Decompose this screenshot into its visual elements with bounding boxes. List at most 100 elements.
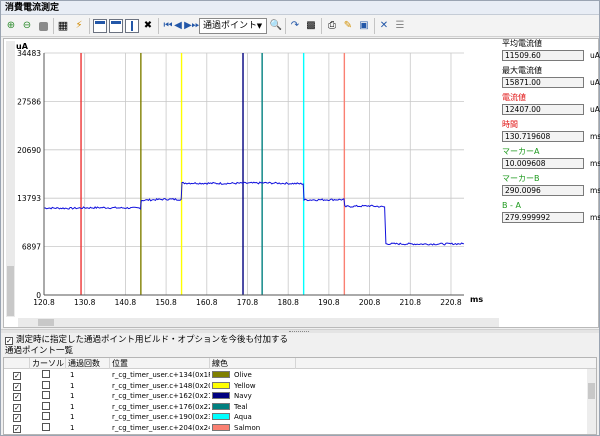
row-cursor-checkbox[interactable]	[42, 391, 50, 399]
zoom-out-icon[interactable]: ⊖	[20, 19, 34, 33]
row-cell	[42, 391, 53, 401]
color-swatch	[212, 392, 230, 399]
color-swatch	[212, 413, 230, 420]
row-enable-checkbox[interactable]: ✓	[13, 414, 21, 422]
marker-a-unit: ms	[590, 159, 600, 168]
row-cell: ✓	[13, 381, 24, 391]
export-icon[interactable]: ▩	[304, 19, 318, 33]
horizontal-scrollbar[interactable]	[18, 318, 499, 327]
row-cursor-checkbox[interactable]	[42, 412, 50, 420]
row-enable-checkbox[interactable]: ✓	[13, 372, 21, 380]
waypoint-select-value: 通過ポイント	[203, 21, 258, 31]
x-tick-label: 130.8	[74, 298, 96, 307]
close-icon[interactable]: ✕	[377, 19, 391, 33]
row-line-color[interactable]: Aqua	[212, 412, 252, 422]
build-option-label: 測定時に指定した通過ポイント用ビルド・オプションを今後も付加する	[16, 335, 289, 345]
header-cursor[interactable]: カーソル	[30, 358, 66, 369]
horizontal-scroll-thumb[interactable]	[38, 319, 54, 326]
table-row[interactable]: ✓ 1 r_cg_timer_user.c+176(0x223) Teal	[4, 401, 586, 412]
toolbar-separator	[158, 18, 159, 34]
table-header: カーソル 通過回数 位置 線色	[4, 358, 596, 369]
grid	[44, 52, 464, 295]
splitter-gripper[interactable]	[289, 331, 309, 333]
diff-label: B - A	[502, 201, 521, 210]
columns-icon[interactable]	[125, 19, 139, 33]
row-cell	[42, 401, 53, 412]
row-enable-checkbox[interactable]: ✓	[13, 403, 21, 412]
magnifier-icon[interactable]: 🔍	[269, 19, 283, 33]
x-tick-label: 150.8	[155, 298, 177, 307]
row-line-color[interactable]: Yellow	[212, 381, 256, 391]
row-position: r_cg_timer_user.c+148(0x203)	[112, 381, 210, 390]
time-unit: ms	[590, 132, 600, 141]
axis-icon[interactable]: ↷	[288, 19, 302, 33]
settings-icon[interactable]: ☰	[393, 19, 407, 33]
tick-labels: 0689713793206902758634483120.8 130.8 140.8…	[17, 49, 462, 307]
vertical-scrollbar[interactable]	[6, 41, 15, 317]
build-option-checkbox[interactable]: ✓ 測定時に指定した通過ポイント用ビルド・オプションを今後も付加する	[5, 335, 288, 345]
row-color-name: Teal	[234, 402, 248, 411]
bolt-icon[interactable]: ⚡	[72, 19, 86, 33]
x-tick-label: 190.8	[318, 298, 340, 307]
row-line-color[interactable]: Navy	[212, 391, 252, 401]
row-color-name: Salmon	[234, 423, 261, 432]
row-cursor-checkbox[interactable]	[42, 401, 50, 410]
panel-icon[interactable]: ▦	[56, 19, 70, 33]
row-cursor-checkbox[interactable]	[42, 422, 50, 431]
checkbox-icon[interactable]: ✓	[5, 337, 13, 345]
table-scroll-thumb[interactable]	[588, 383, 595, 399]
row-cursor-checkbox[interactable]	[42, 380, 50, 389]
window-icon[interactable]	[93, 19, 107, 33]
color-swatch	[212, 402, 230, 410]
save-icon[interactable]: ▣	[357, 19, 371, 33]
table-row[interactable]: ✓ 1 r_cg_timer_user.c+148(0x203) Yellow	[4, 380, 586, 391]
header-position[interactable]: 位置	[110, 358, 210, 369]
header-color[interactable]: 線色	[210, 358, 296, 369]
x-tick-label: 160.8	[196, 298, 218, 307]
waypoint-select[interactable]: 通過ポイント ▼	[199, 18, 267, 34]
table-row[interactable]: ✓ 1 r_cg_timer_user.c+134(0x1F3) Olive	[4, 370, 586, 380]
table-row[interactable]: ✓ 1 r_cg_timer_user.c+204(0x243) Salmon	[4, 422, 586, 433]
zoom-in-icon[interactable]: ⊕	[4, 19, 18, 33]
current-label: 電流値	[502, 93, 526, 102]
waypoint-markers	[80, 53, 346, 295]
vertical-scroll-thumb[interactable]	[7, 266, 14, 316]
row-enable-checkbox[interactable]: ✓	[13, 393, 21, 401]
x-axis-label: ms	[470, 295, 483, 304]
row-cursor-checkbox[interactable]	[42, 370, 50, 378]
row-position: r_cg_timer_user.c+204(0x243)	[112, 423, 210, 432]
row-color-name: Olive	[234, 371, 252, 379]
time-value: 130.719608	[502, 131, 584, 142]
row-count: 1	[70, 402, 75, 411]
x-tick-label: 170.8	[237, 298, 259, 307]
edit-icon[interactable]: ✎	[341, 19, 355, 33]
color-swatch	[212, 371, 230, 378]
print-icon[interactable]: ⎙	[325, 19, 339, 33]
row-line-color[interactable]: Teal	[212, 402, 248, 412]
avg-label: 平均電流値	[502, 39, 542, 48]
row-cell: ✓	[13, 412, 24, 422]
window-alt-icon[interactable]	[109, 19, 123, 33]
row-position: r_cg_timer_user.c+190(0x233)	[112, 413, 210, 421]
x-tick-label: 180.8	[277, 298, 299, 307]
row-line-color[interactable]: Salmon	[212, 423, 260, 433]
row-enable-checkbox[interactable]: ✓	[13, 382, 21, 391]
y-tick-label: 34483	[17, 49, 41, 58]
max-unit: uA	[590, 78, 600, 87]
table-scrollbar[interactable]	[587, 369, 596, 434]
header-count[interactable]: 通過回数	[66, 358, 110, 369]
table-row[interactable]: ✓ 1 r_cg_timer_user.c+190(0x233) Aqua	[4, 412, 586, 422]
hide-icon[interactable]: ✖	[141, 19, 155, 33]
row-line-color[interactable]: Olive	[212, 370, 252, 380]
row-enable-checkbox[interactable]: ✓	[13, 424, 21, 433]
table-row[interactable]: ✓ 1 r_cg_timer_user.c+162(0x213) Navy	[4, 391, 586, 401]
marker-b-label: マーカーB	[502, 174, 540, 183]
y-tick-label: 13793	[17, 194, 41, 203]
pane-splitter[interactable]	[1, 329, 599, 333]
row-position: r_cg_timer_user.c+176(0x223)	[112, 402, 210, 411]
y-tick-label: 27586	[17, 97, 41, 106]
row-color-name: Aqua	[234, 413, 252, 421]
row-cell	[42, 370, 53, 380]
current-series-line	[43, 181, 465, 246]
stop-icon[interactable]	[36, 19, 50, 33]
